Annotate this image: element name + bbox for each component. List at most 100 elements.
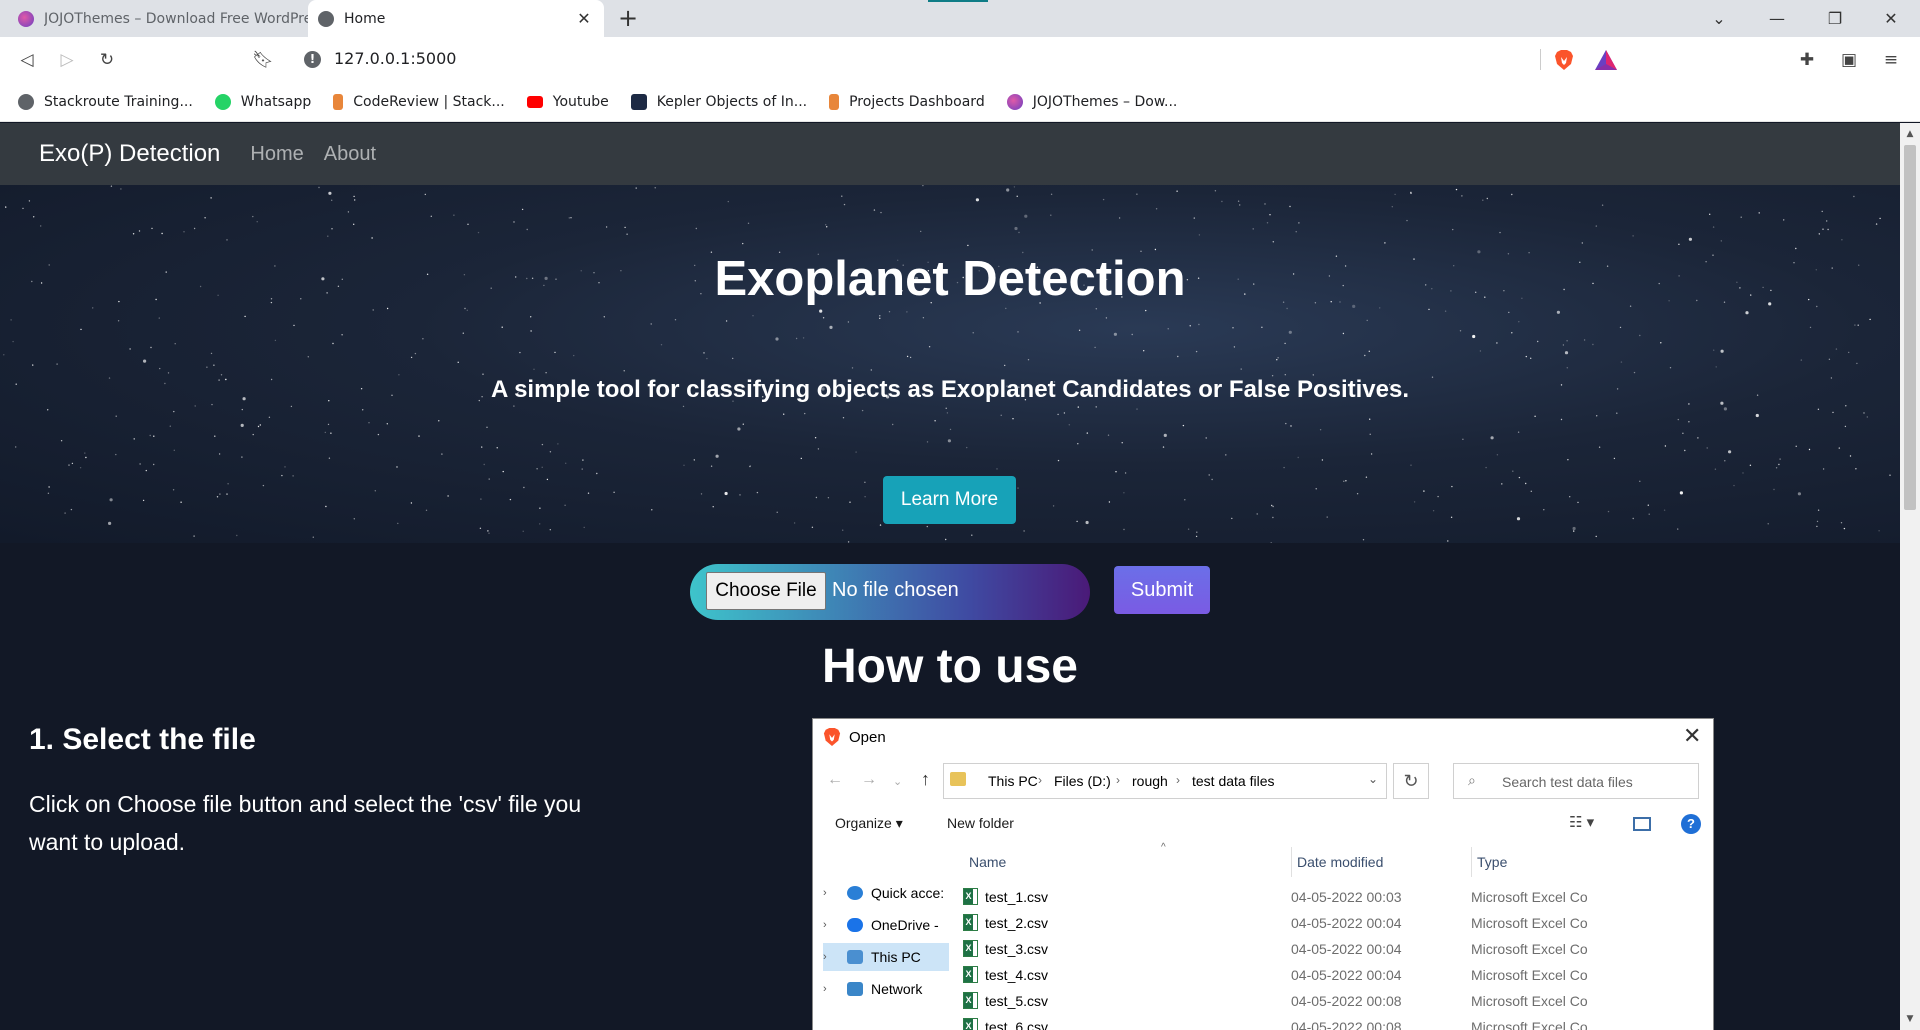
file-type: Microsoft Excel Co [1471, 993, 1588, 1009]
learn-more-button[interactable]: Learn More [883, 476, 1016, 524]
excel-file-icon [963, 966, 978, 983]
chevron-down-icon: ⌄ [1368, 772, 1379, 786]
help-icon: ? [1681, 814, 1701, 834]
brand-logo[interactable]: Exo(P) Detection [39, 140, 220, 168]
menu-icon[interactable]: ≡ [1876, 45, 1906, 75]
file-type: Microsoft Excel Co [1471, 889, 1588, 905]
search-placeholder: Search test data files [1502, 774, 1633, 790]
brave-shields-icon[interactable] [1554, 49, 1574, 71]
whatsapp-icon [214, 93, 231, 110]
wallet-icon[interactable]: ▣ [1834, 45, 1864, 75]
forward-button[interactable]: ▷ [52, 45, 82, 75]
nav-label: Quick acce: [871, 885, 945, 901]
bookmark-icon[interactable]: 🔖︎ [248, 45, 278, 75]
refresh-icon: ↻ [1393, 763, 1429, 799]
sort-arrow-icon: ^ [1161, 842, 1166, 853]
file-date: 04-05-2022 00:08 [1291, 1019, 1402, 1030]
nav-link-about[interactable]: About [324, 143, 376, 166]
excel-file-icon [963, 1018, 978, 1030]
bookmarks-bar: Stackroute Training... Whatsapp CodeRevi… [0, 82, 1920, 122]
organize-menu: Organize ▾ [835, 815, 903, 831]
file-name: test_2.csv [985, 915, 1049, 931]
file-row: test_4.csv 04-05-2022 00:04 Microsoft Ex… [963, 963, 1713, 989]
back-arrow-icon: ← [827, 771, 843, 788]
open-dialog-screenshot: Open ✕ ← → ⌄ ↑ This PC › Files (D:) › ro… [812, 718, 1714, 1030]
jojothemes-icon [18, 10, 34, 27]
file-date: 04-05-2022 00:03 [1291, 889, 1402, 905]
file-row: test_6.csv 04-05-2022 00:08 Microsoft Ex… [963, 1015, 1713, 1030]
scroll-thumb[interactable] [1904, 145, 1916, 510]
brave-rewards-icon[interactable] [1594, 49, 1618, 71]
omnibox-divider [1540, 49, 1541, 70]
nav-label: This PC [871, 949, 921, 965]
network-icon [847, 982, 863, 996]
excel-file-icon [963, 888, 978, 905]
file-name: test_6.csv [985, 1019, 1049, 1030]
bookmark-label: Whatsapp [240, 93, 312, 110]
bookmark-label: Projects Dashboard [849, 93, 985, 110]
new-tab-button[interactable]: + [614, 4, 642, 32]
bookmark-stackroute[interactable]: Stackroute Training... [18, 93, 193, 110]
address-bar[interactable]: ! 127.0.0.1:5000 [292, 43, 1632, 76]
cloud-icon [847, 918, 863, 932]
new-folder-label: New folder [947, 815, 1014, 831]
file-status-text: No file chosen [832, 579, 959, 601]
nav-label: Network [871, 981, 923, 997]
excel-file-icon [963, 992, 978, 1009]
file-type: Microsoft Excel Co [1471, 967, 1588, 983]
scroll-down-icon[interactable]: ▼ [1900, 1010, 1920, 1028]
file-upload-field[interactable]: Choose File No file chosen [690, 564, 1090, 620]
breadcrumb-separator-icon: › [1038, 773, 1042, 787]
bookmark-youtube[interactable]: Youtube [526, 94, 609, 110]
bookmark-label: JOJOThemes – Dow... [1032, 93, 1178, 110]
column-header-name: Name [969, 854, 1007, 870]
file-row: test_2.csv 04-05-2022 00:04 Microsoft Ex… [963, 911, 1713, 937]
submit-button[interactable]: Submit [1114, 566, 1210, 614]
extensions-icon[interactable]: ✚ [1792, 45, 1822, 75]
url-text: 127.0.0.1:5000 [334, 49, 457, 68]
bookmark-kepler[interactable]: Kepler Objects of In... [630, 93, 807, 110]
chevron-right-icon: › [823, 951, 827, 963]
close-window-button[interactable]: ✕ [1868, 0, 1914, 37]
breadcrumb-separator-icon: › [1176, 773, 1180, 787]
step-title: 1. Select the file [29, 723, 256, 756]
forward-arrow-icon: → [861, 771, 877, 788]
tab-jojothemes[interactable]: JOJOThemes – Download Free WordPress The… [8, 0, 308, 37]
chevron-right-icon: › [823, 887, 827, 899]
site-info-icon[interactable]: ! [304, 51, 321, 68]
choose-file-button[interactable]: Choose File [706, 572, 826, 610]
back-button[interactable]: ◁ [12, 45, 42, 75]
file-type: Microsoft Excel Co [1471, 941, 1588, 957]
breadcrumb-item: rough [1132, 773, 1168, 789]
restore-button[interactable]: ❐ [1812, 0, 1858, 37]
tab-search-icon[interactable]: ⌄ [1696, 0, 1742, 37]
minimize-button[interactable]: — [1754, 0, 1800, 37]
breadcrumb-item: This PC [988, 773, 1038, 789]
page-scrollbar[interactable]: ▲ ▼ [1900, 123, 1920, 1030]
file-row: test_5.csv 04-05-2022 00:08 Microsoft Ex… [963, 989, 1713, 1015]
bookmark-whatsapp[interactable]: Whatsapp [214, 93, 312, 110]
reload-button[interactable]: ↻ [92, 45, 122, 75]
hero-section: Exoplanet Detection A simple tool for cl… [0, 185, 1900, 543]
breadcrumb-item: test data files [1192, 773, 1275, 789]
nav-network: › Network [823, 975, 949, 1003]
folder-icon [950, 772, 966, 786]
dialog-search-box: ⌕ Search test data files [1453, 763, 1699, 799]
how-to-use-heading: How to use [821, 640, 1078, 693]
bookmark-codereview[interactable]: CodeReview | Stack... [333, 93, 505, 110]
bookmark-jojothemes[interactable]: JOJOThemes – Dow... [1006, 93, 1178, 110]
tab-title: Home [344, 10, 386, 27]
close-tab-icon[interactable]: ✕ [572, 9, 596, 28]
file-date: 04-05-2022 00:04 [1291, 941, 1402, 957]
globe-icon [18, 93, 34, 110]
file-type: Microsoft Excel Co [1471, 915, 1588, 931]
scroll-up-icon[interactable]: ▲ [1900, 125, 1920, 143]
file-type: Microsoft Excel Co [1471, 1019, 1588, 1030]
column-divider [1471, 847, 1472, 877]
tab-home[interactable]: Home ✕ [308, 0, 604, 37]
bookmark-projects-dashboard[interactable]: Projects Dashboard [829, 93, 985, 110]
file-row: test_1.csv 04-05-2022 00:03 Microsoft Ex… [963, 885, 1713, 911]
excel-file-icon [963, 914, 978, 931]
nav-link-home[interactable]: Home [250, 143, 303, 166]
column-header-date: Date modified [1297, 854, 1384, 870]
